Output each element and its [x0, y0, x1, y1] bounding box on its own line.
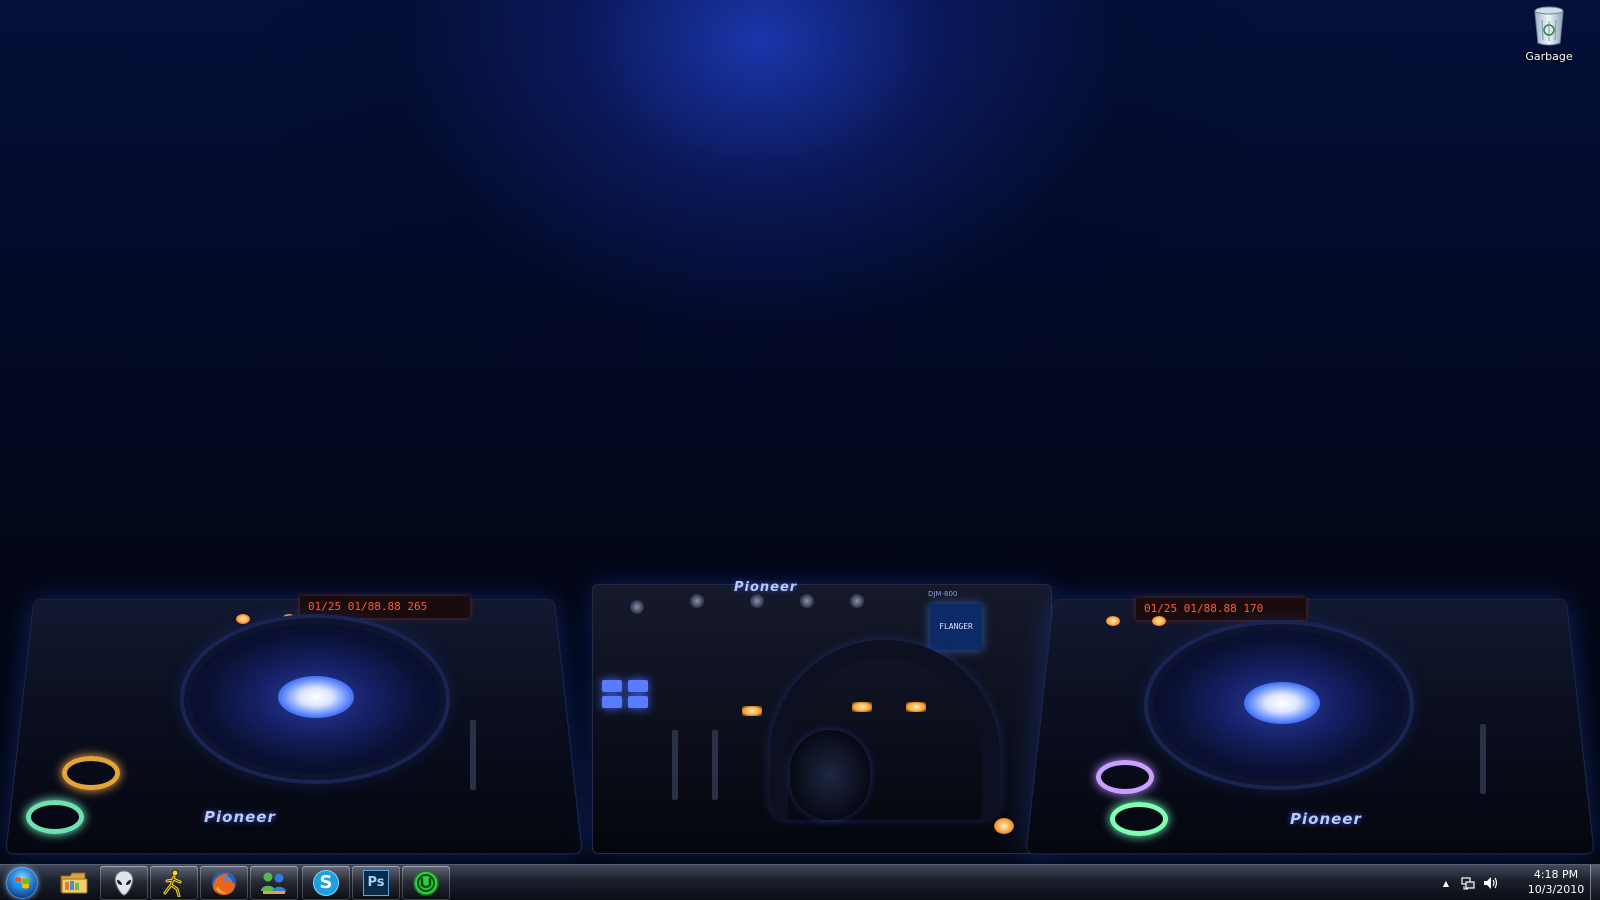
recycle-bin-icon	[1532, 6, 1566, 46]
fader-start-pad	[628, 696, 648, 708]
taskbar-explorer-button[interactable]	[50, 866, 98, 900]
right-deck-brand: Pioneer	[1290, 810, 1362, 828]
clock-date: 10/3/2010	[1527, 883, 1585, 896]
mixer-knob	[690, 594, 704, 608]
right-cue-button	[1096, 760, 1154, 794]
right-deck-led	[1152, 616, 1166, 626]
right-jog-light	[1244, 682, 1320, 724]
taskbar-alienware-button[interactable]	[100, 866, 148, 900]
skype-glyph: S	[319, 872, 333, 893]
fader-start-pad	[602, 680, 622, 692]
left-pitch-fader	[470, 720, 476, 790]
running-man-icon	[163, 869, 182, 897]
right-pitch-fader	[1480, 724, 1486, 794]
mixer-knob	[750, 594, 764, 608]
desktop-icon-garbage[interactable]: Garbage	[1506, 6, 1592, 63]
taskbar-firefox-button[interactable]	[200, 866, 248, 900]
volume-icon	[1484, 877, 1498, 889]
right-play-button	[1110, 802, 1168, 836]
left-deck-brand: Pioneer	[204, 808, 276, 826]
cue-led	[742, 706, 762, 716]
right-deck-led	[1106, 616, 1120, 626]
mixer-brand: Pioneer	[734, 580, 798, 595]
alien-head-icon	[114, 870, 134, 896]
messenger-icon	[261, 872, 286, 894]
mixer-model: DJM-800	[928, 590, 958, 598]
channel-fader	[712, 730, 718, 800]
network-tray-button[interactable]	[1458, 865, 1478, 900]
show-hidden-icons-button[interactable]: ▲	[1438, 865, 1454, 900]
show-desktop-button[interactable]	[1590, 865, 1600, 900]
taskbar-photoshop-button[interactable]: Ps	[352, 866, 400, 900]
left-cue-button	[62, 756, 120, 790]
chevron-up-icon: ▲	[1442, 878, 1450, 888]
taskbar-utorrent-button[interactable]	[402, 866, 450, 900]
folder-icon	[60, 872, 88, 894]
skype-icon: S	[313, 870, 339, 896]
left-deck-display: 01/25 01/88.88 265	[300, 596, 470, 618]
windows-start-orb-icon	[6, 867, 38, 899]
network-icon	[1461, 877, 1475, 890]
mixer-knob	[800, 594, 814, 608]
start-button[interactable]	[2, 865, 42, 900]
mixer-display: FLANGER	[930, 604, 982, 650]
volume-tray-button[interactable]	[1480, 865, 1502, 900]
photoshop-icon: Ps	[363, 870, 389, 896]
left-play-button	[26, 800, 84, 834]
power-led	[994, 818, 1014, 834]
taskbar-skype-button[interactable]: S	[302, 866, 350, 900]
clock-time: 4:18 PM	[1533, 868, 1579, 881]
mixer-knob	[850, 594, 864, 608]
desktop: 01/25 01/88.88 265 Pioneer Pioneer DJM-8…	[0, 0, 1600, 900]
left-jog-light	[278, 676, 354, 718]
mixer-knob	[630, 600, 644, 614]
channel-fader	[672, 730, 678, 800]
left-deck-led	[282, 614, 296, 624]
desktop-icon-label: Garbage	[1525, 50, 1573, 63]
left-deck-led	[236, 614, 250, 624]
taskbar-aim-button[interactable]	[150, 866, 198, 900]
photoshop-glyph: Ps	[367, 875, 385, 890]
fader-start-pad	[628, 680, 648, 692]
taskbar: S Ps ▲ 4:18 PM 10/3/2010	[0, 864, 1600, 900]
utorrent-icon	[413, 870, 439, 896]
taskbar-clock[interactable]: 4:18 PM 10/3/2010	[1520, 867, 1592, 899]
headphone-cup	[790, 730, 870, 820]
fader-start-pad	[602, 696, 622, 708]
taskbar-messenger-button[interactable]	[250, 866, 298, 900]
firefox-icon	[212, 871, 236, 896]
